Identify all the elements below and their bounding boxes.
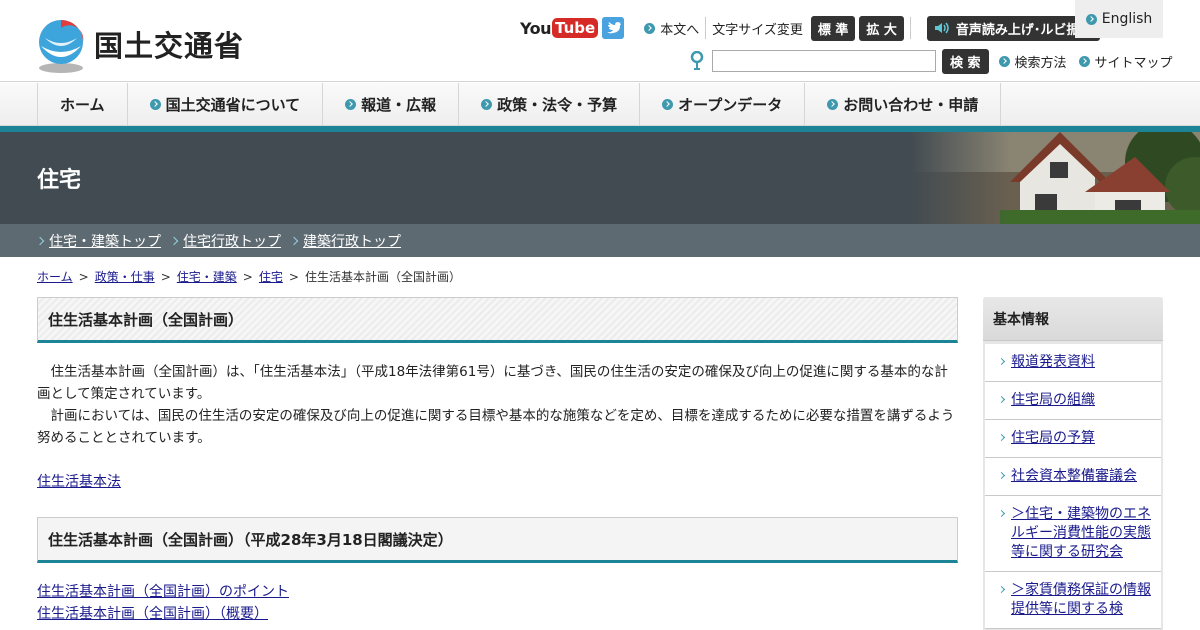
circle-chevron-icon bbox=[345, 99, 357, 110]
section-subnav: 住宅・建築トップ 住宅行政トップ 建築行政トップ bbox=[0, 224, 1200, 257]
house-photo bbox=[910, 132, 1200, 224]
circle-chevron-icon bbox=[662, 99, 674, 110]
document-link-list: 住生活基本計画（全国計画）のポイント 住生活基本計画（全国計画）（概要） bbox=[37, 581, 958, 625]
circle-chevron-icon bbox=[149, 99, 161, 110]
chevron-right-icon bbox=[997, 433, 1006, 442]
breadcrumb-housing-building[interactable]: 住宅・建築 bbox=[177, 268, 237, 285]
sidebar: 基本情報 報道発表資料 住宅局の組織 住宅局の予算 社会資本整備審議会 ＞住宅・… bbox=[983, 297, 1163, 630]
subnav-item-housing-admin-top[interactable]: 住宅行政トップ bbox=[169, 231, 281, 251]
chevron-right-icon bbox=[35, 236, 45, 245]
global-nav: ホーム 国土交通省について 報道・広報 政策・法令・予算 オープンデータ お問い… bbox=[0, 83, 1200, 126]
sidebar-item-organization[interactable]: 住宅局の組織 bbox=[985, 382, 1161, 420]
sidebar-title: 基本情報 bbox=[983, 297, 1163, 341]
nav-item-open-data[interactable]: オープンデータ bbox=[640, 83, 806, 126]
nav-item-contact[interactable]: お問い合わせ・申請 bbox=[805, 83, 1002, 126]
chevron-right-icon bbox=[997, 395, 1006, 404]
breadcrumb-policy[interactable]: 政策・仕事 bbox=[95, 268, 155, 285]
breadcrumb-housing[interactable]: 住宅 bbox=[259, 268, 283, 285]
breadcrumb-home[interactable]: ホーム bbox=[37, 268, 73, 285]
site-header: 国土交通省 You Tube 本文へ 文字サイズ変更 標 準 拡 大 音声読み上げ… bbox=[0, 0, 1200, 82]
nav-item-press[interactable]: 報道・広報 bbox=[323, 83, 460, 126]
intro-text: 住生活基本計画（全国計画）は、「住生活基本法」（平成18年法律第61号）に基づき… bbox=[37, 361, 958, 449]
chevron-right-icon bbox=[997, 509, 1006, 518]
circle-chevron-icon bbox=[1078, 55, 1090, 67]
section-banner: 住宅 bbox=[0, 132, 1200, 224]
sidebar-item-rent-guarantee[interactable]: ＞家賃債務保証の情報提供等に関する検 bbox=[985, 572, 1161, 629]
nav-item-home[interactable]: ホーム bbox=[38, 83, 128, 126]
breadcrumb: ホーム > 政策・仕事 > 住宅・建築 > 住宅 > 住生活基本計画（全国計画） bbox=[37, 268, 461, 285]
speaker-icon bbox=[934, 22, 949, 34]
sitemap-link[interactable]: サイトマップ bbox=[1078, 52, 1173, 71]
circle-chevron-icon bbox=[1085, 13, 1097, 25]
divider bbox=[909, 17, 911, 39]
utility-bar-top: You Tube 本文へ 文字サイズ変更 標 準 拡 大 音声読み上げ･ルビ振り bbox=[520, 14, 1101, 42]
document-link-points[interactable]: 住生活基本計画（全国計画）のポイント bbox=[37, 584, 289, 600]
twitter-icon[interactable] bbox=[602, 17, 625, 39]
intro-paragraph-2: 計画においては、国民の住生活の安定の確保及び向上の促進に関する目標や基本的な施策… bbox=[37, 408, 955, 446]
section-title: 住宅 bbox=[37, 168, 82, 193]
breadcrumb-current: 住生活基本計画（全国計画） bbox=[304, 270, 461, 284]
youtube-icon[interactable]: You Tube bbox=[520, 18, 599, 38]
main-content: 住生活基本計画（全国計画） 住生活基本計画（全国計画）は、「住生活基本法」（平成… bbox=[37, 297, 958, 625]
circle-chevron-icon bbox=[644, 22, 656, 34]
search-input[interactable] bbox=[712, 50, 936, 72]
chevron-right-icon bbox=[997, 357, 1006, 366]
sidebar-item-budget[interactable]: 住宅局の予算 bbox=[985, 420, 1161, 458]
search-method-link[interactable]: 検索方法 bbox=[998, 52, 1067, 71]
skip-to-content-link[interactable]: 本文へ bbox=[644, 19, 699, 38]
sidebar-item-press-releases[interactable]: 報道発表資料 bbox=[985, 344, 1161, 382]
document-link-summary[interactable]: 住生活基本計画（全国計画）（概要） bbox=[37, 606, 268, 622]
english-link[interactable]: English bbox=[1075, 0, 1163, 38]
chevron-right-icon bbox=[997, 585, 1006, 594]
basic-act-link[interactable]: 住生活基本法 bbox=[37, 474, 121, 490]
subnav-item-housing-building-top[interactable]: 住宅・建築トップ bbox=[35, 231, 161, 251]
intro-paragraph-1: 住生活基本計画（全国計画）は、「住生活基本法」（平成18年法律第61号）に基づき… bbox=[37, 364, 948, 402]
chevron-right-icon bbox=[289, 236, 299, 245]
sidebar-item-council[interactable]: 社会資本整備審議会 bbox=[985, 458, 1161, 496]
site-logo[interactable]: 国土交通省 bbox=[36, 18, 244, 74]
divider bbox=[705, 17, 707, 39]
nav-item-about[interactable]: 国土交通省について bbox=[128, 83, 324, 126]
font-size-label: 文字サイズ変更 bbox=[712, 22, 803, 38]
sidebar-item-energy-study[interactable]: ＞住宅・建築物のエネルギー消費性能の実態等に関する研究会 bbox=[985, 496, 1161, 572]
search-button[interactable]: 検 索 bbox=[942, 48, 989, 74]
subnav-item-building-admin-top[interactable]: 建築行政トップ bbox=[289, 231, 401, 251]
mlit-logo-icon bbox=[39, 20, 84, 73]
circle-chevron-icon bbox=[998, 55, 1010, 67]
location-pin-icon bbox=[690, 51, 704, 70]
site-logo-text: 国土交通省 bbox=[94, 28, 245, 63]
font-size-large-button[interactable]: 拡 大 bbox=[859, 15, 904, 41]
utility-bar-bottom: 検 索 検索方法 サイトマップ bbox=[690, 48, 1173, 74]
page-title: 住生活基本計画（全国計画） bbox=[37, 297, 958, 343]
chevron-right-icon bbox=[169, 236, 179, 245]
circle-chevron-icon bbox=[481, 99, 493, 110]
circle-chevron-icon bbox=[827, 99, 839, 110]
section-heading: 住生活基本計画（全国計画）（平成28年3月18日閣議決定） bbox=[37, 517, 958, 563]
font-size-standard-button[interactable]: 標 準 bbox=[810, 15, 856, 41]
chevron-right-icon bbox=[997, 471, 1006, 480]
nav-item-policy[interactable]: 政策・法令・予算 bbox=[459, 83, 641, 126]
